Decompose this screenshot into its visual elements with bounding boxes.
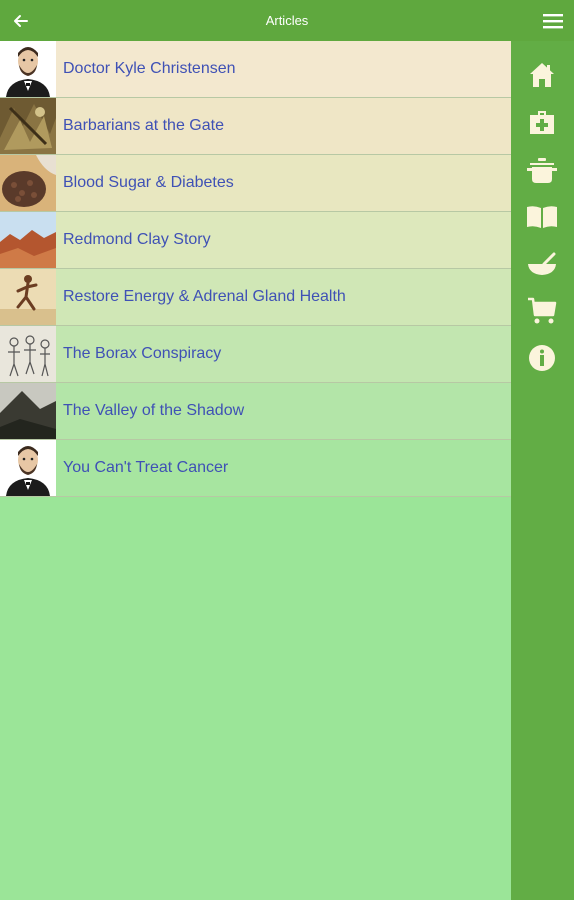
article-title: You Can't Treat Cancer: [63, 459, 229, 476]
article-title: Doctor Kyle Christensen: [63, 60, 236, 77]
info-icon: [529, 345, 555, 371]
runner-thumbnail: [0, 269, 56, 325]
sketch-thumbnail: [0, 326, 56, 382]
shop-button[interactable]: [525, 294, 559, 328]
article-title: Restore Energy & Adrenal Gland Health: [63, 288, 346, 305]
article-title: Blood Sugar & Diabetes: [63, 174, 234, 191]
cooking-pot-icon: [527, 158, 557, 183]
spices-thumbnail: [0, 155, 56, 211]
hamburger-menu-icon: [543, 14, 563, 29]
article-title: The Borax Conspiracy: [63, 345, 222, 362]
medical-kit-icon: [530, 111, 554, 134]
article-row[interactable]: You Can't Treat Cancer: [0, 440, 511, 497]
article-title: The Valley of the Shadow: [63, 402, 245, 419]
article-row[interactable]: Restore Energy & Adrenal Gland Health: [0, 269, 511, 326]
shopping-cart-icon: [528, 297, 557, 324]
menu-button[interactable]: [540, 8, 566, 34]
portrait-thumbnail: [0, 41, 56, 97]
info-button[interactable]: [525, 341, 559, 375]
remedies-button[interactable]: [525, 247, 559, 281]
medical-button[interactable]: [525, 105, 559, 139]
app-bar: Articles: [0, 0, 574, 41]
article-row[interactable]: The Borax Conspiracy: [0, 326, 511, 383]
articles-button[interactable]: [525, 200, 559, 234]
page-title: Articles: [265, 13, 309, 28]
side-navigation: [511, 41, 574, 900]
home-button[interactable]: [525, 58, 559, 92]
mountain-thumbnail: [0, 383, 56, 439]
article-row[interactable]: The Valley of the Shadow: [0, 383, 511, 440]
article-row[interactable]: Blood Sugar & Diabetes: [0, 155, 511, 212]
recipes-button[interactable]: [525, 153, 559, 187]
home-icon: [530, 63, 554, 87]
mortar-bowl-icon: [528, 252, 556, 275]
article-row[interactable]: Doctor Kyle Christensen: [0, 41, 511, 98]
article-row[interactable]: Barbarians at the Gate: [0, 98, 511, 155]
article-title: Redmond Clay Story: [63, 231, 211, 248]
desert-thumbnail: [0, 212, 56, 268]
book-icon: [527, 206, 557, 228]
barbarians-thumbnail: [0, 98, 56, 154]
article-title: Barbarians at the Gate: [63, 117, 224, 134]
article-list: Doctor Kyle Christensen Barbarians at th…: [0, 41, 511, 497]
portrait-thumbnail: [0, 440, 56, 496]
article-row[interactable]: Redmond Clay Story: [0, 212, 511, 269]
